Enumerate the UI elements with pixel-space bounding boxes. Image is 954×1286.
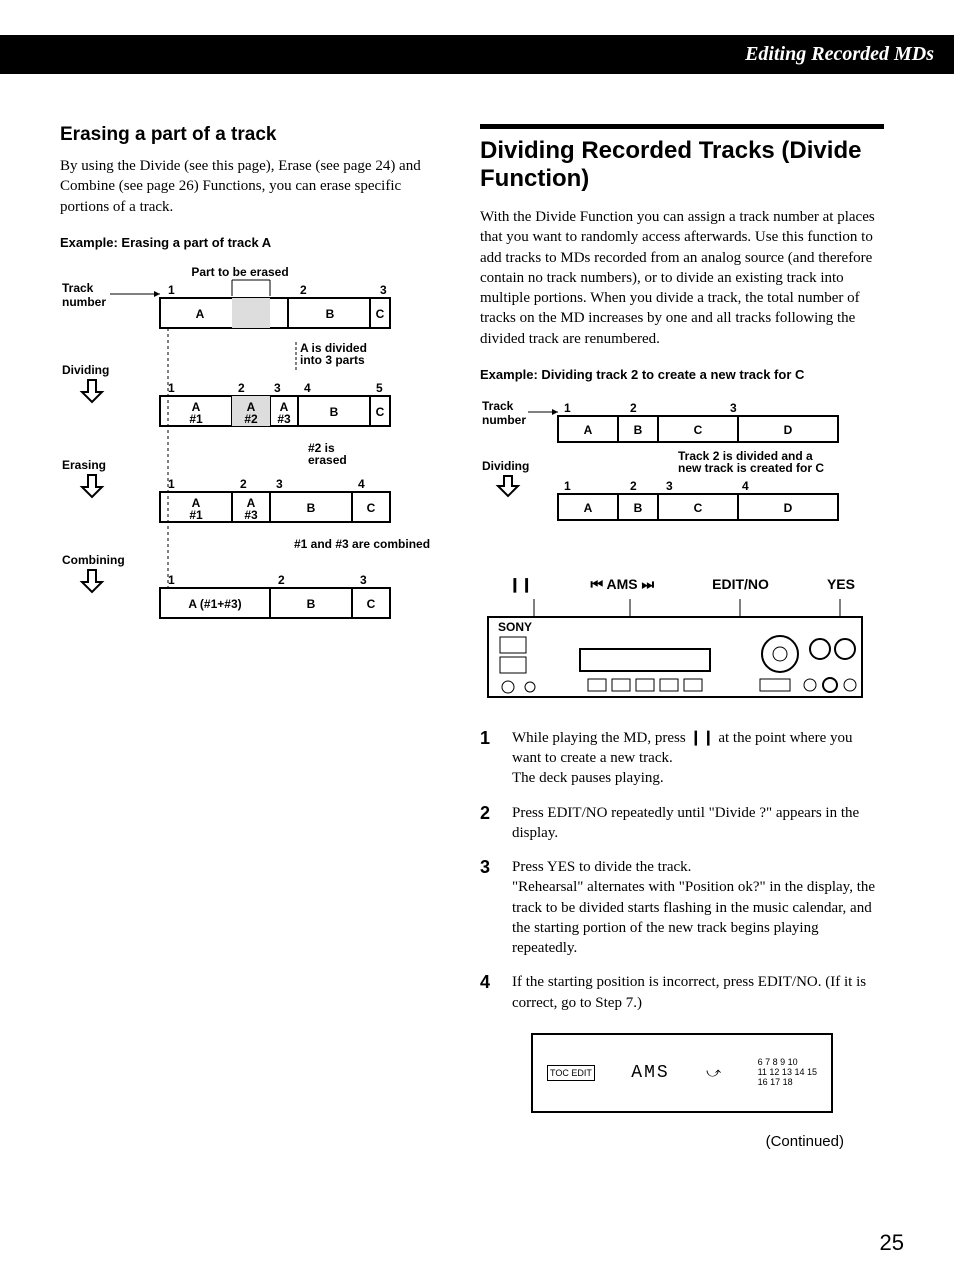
svg-text:#3: #3: [277, 412, 291, 426]
right-intro: With the Divide Function you can assign …: [480, 207, 884, 349]
right-title: Dividing Recorded Tracks (Divide Functio…: [480, 124, 884, 192]
svg-text:C: C: [367, 501, 376, 515]
continued-label: (Continued): [480, 1133, 844, 1150]
yes-label: YES: [827, 576, 855, 593]
svg-text:2: 2: [238, 381, 245, 395]
svg-text:#1: #1: [189, 508, 203, 522]
svg-text:4: 4: [742, 479, 749, 493]
svg-text:2: 2: [630, 401, 637, 415]
step-number: 3: [480, 857, 500, 958]
svg-text:Combining: Combining: [62, 553, 125, 567]
step-number: 2: [480, 803, 500, 844]
svg-text:number: number: [62, 295, 106, 309]
svg-text:C: C: [694, 501, 703, 515]
divide-diagram-svg: text{font-family:Arial,sans-serif;font-w…: [480, 396, 870, 546]
ams-label: ⏮ AMS ⏭: [591, 576, 655, 593]
svg-text:1: 1: [168, 283, 175, 297]
svg-text:Dividing: Dividing: [62, 363, 109, 377]
svg-text:2: 2: [278, 573, 285, 587]
svg-text:Part to be erased: Part to be erased: [191, 265, 288, 279]
svg-text:1: 1: [168, 477, 175, 491]
svg-text:4: 4: [358, 477, 365, 491]
svg-text:B: B: [307, 597, 316, 611]
svg-text:3: 3: [360, 573, 367, 587]
toc-edit-icon: TOC EDIT: [547, 1065, 595, 1081]
step-text: If the starting position is incorrect, p…: [512, 972, 884, 1013]
step-text: Press EDIT/NO repeatedly until "Divide ?…: [512, 803, 884, 844]
left-intro: By using the Divide (see this page), Era…: [60, 156, 440, 217]
svg-text:B: B: [326, 307, 335, 321]
svg-text:Erasing: Erasing: [62, 458, 106, 472]
svg-text:Dividing: Dividing: [482, 459, 529, 473]
svg-text:B: B: [634, 501, 643, 515]
svg-text:new track is created for C: new track is created for C: [678, 461, 824, 475]
pause-label: ❙❙: [509, 576, 532, 593]
svg-text:A: A: [196, 307, 205, 321]
step-number: 4: [480, 972, 500, 1013]
svg-text:#1: #1: [189, 412, 203, 426]
svg-text:B: B: [634, 423, 643, 437]
svg-text:3: 3: [666, 479, 673, 493]
svg-text:C: C: [376, 405, 385, 419]
svg-text:1: 1: [168, 381, 175, 395]
svg-text:SONY: SONY: [498, 620, 532, 634]
svg-text:3: 3: [380, 283, 387, 297]
left-example-label: Example: Erasing a part of track A: [60, 235, 440, 250]
svg-text:1: 1: [168, 573, 175, 587]
svg-text:C: C: [694, 423, 703, 437]
display-illustration: TOC EDIT AMS ⤻ 6 7 8 9 10 11 12 13 14 15…: [531, 1033, 833, 1113]
svg-text:A: A: [584, 501, 593, 515]
erase-diagram: text{font-family:Arial,sans-serif;font-w…: [60, 264, 440, 624]
right-example-label: Example: Dividing track 2 to create a ne…: [480, 367, 884, 382]
svg-text:5: 5: [376, 381, 383, 395]
svg-text:3: 3: [730, 401, 737, 415]
svg-text:2: 2: [630, 479, 637, 493]
svg-text:into 3 parts: into 3 parts: [300, 353, 365, 367]
svg-text:A: A: [584, 423, 593, 437]
svg-text:D: D: [784, 423, 793, 437]
svg-text:1: 1: [564, 479, 571, 493]
svg-text:erased: erased: [308, 453, 347, 467]
svg-text:D: D: [784, 501, 793, 515]
svg-text:B: B: [330, 405, 339, 419]
svg-text:#1 and #3 are combined: #1 and #3 are combined: [294, 537, 430, 551]
svg-text:A (#1+#3): A (#1+#3): [188, 597, 241, 611]
svg-text:Track: Track: [62, 281, 94, 295]
display-ams: AMS: [631, 1063, 669, 1083]
editno-label: EDIT/NO: [712, 576, 769, 593]
deck-illustration: SONY: [480, 599, 884, 714]
svg-text:3: 3: [274, 381, 281, 395]
section-header: Editing Recorded MDs: [0, 35, 954, 74]
svg-text:number: number: [482, 413, 526, 427]
step-3: 3Press YES to divide the track."Rehearsa…: [480, 857, 884, 958]
divide-diagram: text{font-family:Arial,sans-serif;font-w…: [480, 396, 884, 546]
step-2: 2 Press EDIT/NO repeatedly until "Divide …: [480, 803, 884, 844]
step-number: 1: [480, 728, 500, 789]
svg-text:#2: #2: [244, 412, 258, 426]
svg-text:Track: Track: [482, 399, 514, 413]
step-text: Press YES to divide the track."Rehearsal…: [512, 857, 884, 958]
left-title: Erasing a part of a track: [60, 124, 440, 146]
control-labels: ❙❙ ⏮ AMS ⏭ EDIT/NO YES: [480, 576, 884, 593]
step-1: 1While playing the MD, press ❙❙ at the p…: [480, 728, 884, 789]
svg-text:B: B: [307, 501, 316, 515]
svg-text:#3: #3: [244, 508, 258, 522]
erase-diagram-svg: text{font-family:Arial,sans-serif;font-w…: [60, 264, 430, 624]
step-text: While playing the MD, press ❙❙ at the po…: [512, 728, 884, 789]
svg-text:2: 2: [300, 283, 307, 297]
display-calendar: 6 7 8 9 10 11 12 13 14 15 16 17 18: [758, 1058, 817, 1088]
svg-text:C: C: [367, 597, 376, 611]
svg-text:2: 2: [240, 477, 247, 491]
page-number: 25: [0, 1230, 904, 1256]
svg-text:C: C: [376, 307, 385, 321]
svg-text:4: 4: [304, 381, 311, 395]
svg-text:3: 3: [276, 477, 283, 491]
section-title: Editing Recorded MDs: [745, 43, 934, 65]
svg-text:1: 1: [564, 401, 571, 415]
step-4: 4 If the starting position is incorrect, …: [480, 972, 884, 1013]
